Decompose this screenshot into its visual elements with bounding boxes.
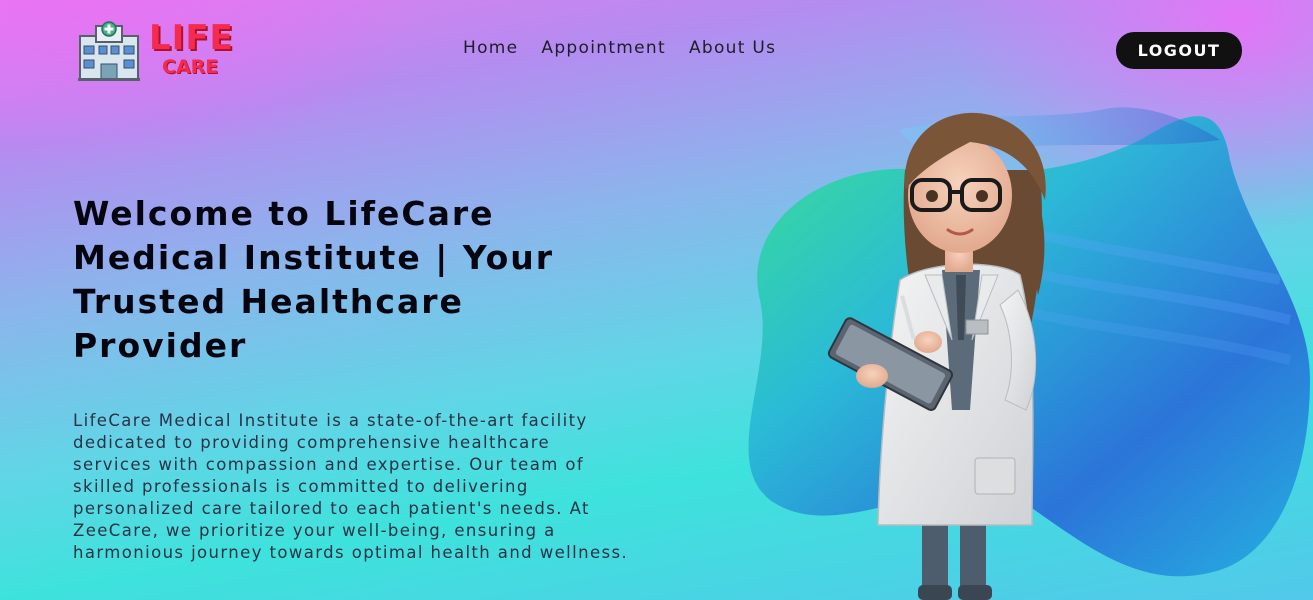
logo[interactable]: LIFE CARE xyxy=(74,18,234,84)
main-nav: Home Appointment About Us xyxy=(463,38,776,58)
logo-text-care: CARE xyxy=(162,56,219,78)
nav-home-link[interactable]: Home xyxy=(463,38,518,58)
hero-title: Welcome to LifeCare Medical Institute | … xyxy=(73,194,555,365)
logout-button[interactable]: LOGOUT xyxy=(1116,32,1242,69)
hero-description: LifeCare Medical Institute is a state-of… xyxy=(73,411,629,562)
nav-about-us-link[interactable]: About Us xyxy=(689,38,776,58)
nav-appointment-link[interactable]: Appointment xyxy=(541,38,666,58)
doctor-illustration xyxy=(748,107,1310,600)
hospital-building-icon xyxy=(78,21,140,81)
logo-text-life: LIFE xyxy=(149,18,234,58)
